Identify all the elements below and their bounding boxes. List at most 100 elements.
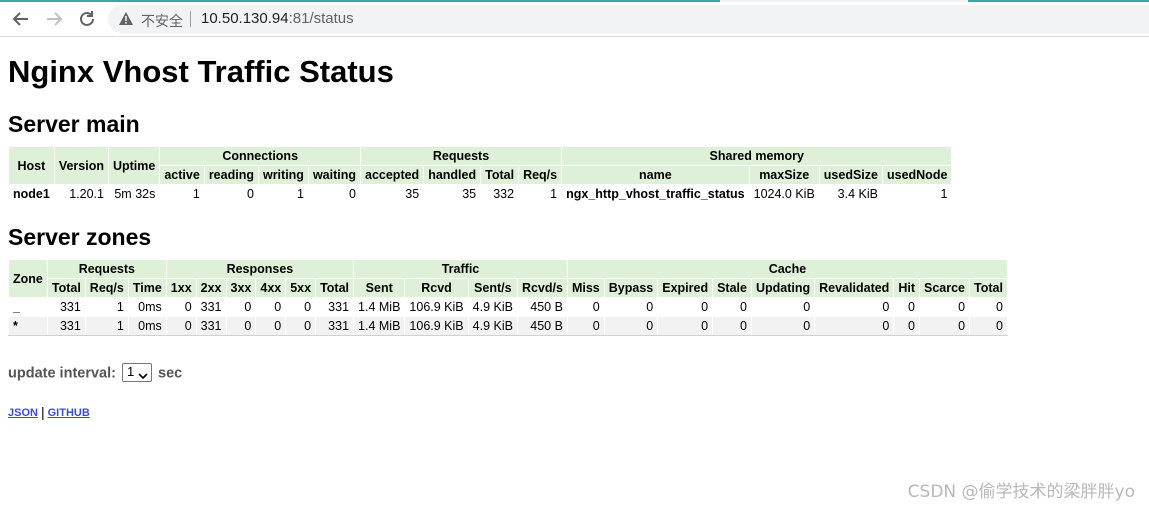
address-separator <box>190 11 191 27</box>
watermark: CSDN @偷学技术的梁胖胖yo <box>907 482 1135 502</box>
cell-zone: * <box>8 316 48 336</box>
col-3xx: 3xx <box>225 278 257 298</box>
cell-updating: 0 <box>750 316 816 336</box>
arrow-right-icon <box>47 12 63 26</box>
cell-expired: 0 <box>657 316 714 336</box>
address-bar[interactable]: 不安全 10.50.130.94:81/status <box>108 5 1149 33</box>
arrow-left-icon <box>12 12 28 26</box>
col-miss: Miss <box>566 278 605 298</box>
update-interval-select[interactable]: 1 <box>122 363 152 382</box>
col-active: active <box>159 165 205 185</box>
reload-icon <box>80 11 94 26</box>
cell-1xx: 0 <box>165 297 197 317</box>
col-group-responses: Responses <box>165 259 355 279</box>
col-group-requests: Requests <box>46 259 167 279</box>
col-req-s: Req/s <box>84 278 129 298</box>
cell-revalidated: 0 <box>814 297 895 317</box>
cell-rcvd-s: 450 B <box>516 316 568 336</box>
col-rcvd-s: Rcvd/s <box>516 278 568 298</box>
url-path: :81/status <box>288 10 354 27</box>
update-interval-label: update interval: <box>8 365 116 382</box>
cell-hit: 0 <box>893 297 920 317</box>
cell-responses-total: 331 <box>315 297 355 317</box>
col-time: Time <box>127 278 167 298</box>
url-host: 10.50.130.94 <box>201 10 289 27</box>
col-hit: Hit <box>893 278 920 298</box>
cell-expired: 0 <box>657 297 714 317</box>
cell-hit: 0 <box>893 316 920 336</box>
col-2xx: 2xx <box>195 278 227 298</box>
col-waiting: waiting <box>307 165 362 185</box>
cell-used-size: 3.4 KiB <box>818 184 883 204</box>
cell-rcvd: 106.9 KiB <box>404 316 469 336</box>
cell-rcvd: 106.9 KiB <box>404 297 469 317</box>
cell-bypass: 0 <box>603 316 659 336</box>
update-interval-value: 1 <box>127 364 135 379</box>
cell-3xx: 0 <box>225 297 257 317</box>
cell-waiting: 0 <box>307 184 362 204</box>
cell-scarce: 0 <box>918 297 971 317</box>
forward-button[interactable] <box>43 8 65 30</box>
back-button[interactable] <box>10 8 32 30</box>
cell-total: 331 <box>46 316 86 336</box>
cell-1xx: 0 <box>165 316 197 336</box>
cell-sent-s: 4.9 KiB <box>467 316 518 336</box>
col-req-s: Req/s <box>518 165 563 185</box>
col-used-node: usedNode <box>881 165 953 185</box>
cell-bypass: 0 <box>603 297 659 317</box>
col-4xx: 4xx <box>255 278 287 298</box>
cell-2xx: 331 <box>195 316 227 336</box>
update-interval: update interval: 1 sec <box>8 363 183 383</box>
json-link[interactable]: JSON <box>8 407 38 419</box>
table-header-row: Total Req/s Time 1xx 2xx 3xx 4xx 5xx Tot… <box>9 278 1008 298</box>
col-used-size: usedSize <box>818 165 883 185</box>
col-group-connections: Connections <box>159 146 361 166</box>
cell-name: ngx_http_vhost_traffic_status <box>561 184 750 204</box>
table-header-row: Host Version Uptime Connections Requests… <box>8 146 953 185</box>
github-link[interactable]: GITHUB <box>48 407 90 419</box>
browser-toolbar: 不安全 10.50.130.94:81/status <box>0 2 1149 37</box>
cell-rcvd-s: 450 B <box>516 297 568 317</box>
cell-2xx: 331 <box>195 297 227 317</box>
col-group-requests: Requests <box>359 146 563 166</box>
col-sent-s: Sent/s <box>467 278 518 298</box>
cell-cache-total: 0 <box>969 316 1008 336</box>
cell-zone: _ <box>8 297 48 317</box>
url-text[interactable]: 10.50.130.94:81/status <box>201 10 354 27</box>
col-5xx: 5xx <box>285 278 317 298</box>
col-total: Total <box>480 165 520 185</box>
footer-links: JSON | GITHUB <box>8 403 90 420</box>
cell-revalidated: 0 <box>814 316 895 336</box>
cell-time: 0ms <box>127 297 167 317</box>
col-version: Version <box>53 146 109 185</box>
cell-total: 331 <box>46 297 86 317</box>
col-accepted: accepted <box>359 165 425 185</box>
update-interval-unit: sec <box>158 365 183 382</box>
table-row: * 331 1 0ms 0 331 0 0 0 331 1.4 MiB 106.… <box>8 316 1008 336</box>
col-revalidated: Revalidated <box>814 278 895 298</box>
page-title: Nginx Vhost Traffic Status <box>8 54 394 89</box>
col-scarce: Scarce <box>918 278 971 298</box>
cell-5xx: 0 <box>285 297 317 317</box>
col-handled: handled <box>423 165 482 185</box>
security-label[interactable]: 不安全 <box>141 11 183 31</box>
cell-stale: 0 <box>712 316 752 336</box>
cell-miss: 0 <box>566 297 605 317</box>
reload-button[interactable] <box>76 8 98 30</box>
cell-sent: 1.4 MiB <box>353 297 406 317</box>
col-group-traffic: Traffic <box>353 259 568 279</box>
col-bypass: Bypass <box>603 278 659 298</box>
cell-updating: 0 <box>750 297 816 317</box>
link-separator: | <box>40 404 45 420</box>
cell-reading: 0 <box>203 184 259 204</box>
cell-stale: 0 <box>712 297 752 317</box>
cell-req-s: 1 <box>518 184 563 204</box>
col-group-cache: Cache <box>566 259 1008 279</box>
cell-cache-total: 0 <box>969 297 1008 317</box>
cell-used-node: 1 <box>881 184 953 204</box>
col-rcvd: Rcvd <box>404 278 469 298</box>
col-stale: Stale <box>712 278 752 298</box>
col-uptime: Uptime <box>107 146 161 185</box>
col-writing: writing <box>257 165 309 185</box>
server-main-table: Host Version Uptime Connections Requests… <box>8 146 953 204</box>
